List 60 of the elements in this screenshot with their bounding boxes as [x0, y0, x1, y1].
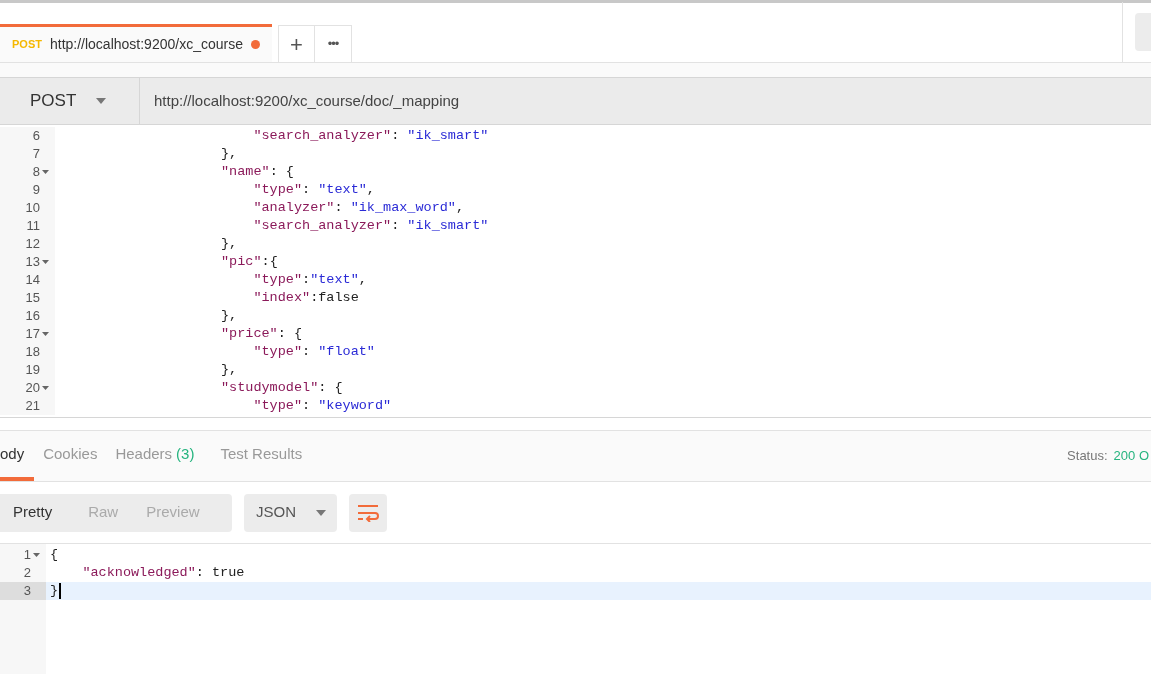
- code-line: },: [221, 235, 238, 253]
- code-line: "search_analyzer": "ik_smart": [253, 217, 489, 235]
- code-line: "analyzer": "ik_max_word",: [253, 199, 465, 217]
- code-line: "name": {: [221, 163, 294, 181]
- line-number: 18: [25, 343, 40, 362]
- code-line: "studymodel": {: [221, 379, 343, 397]
- line-number: 12: [25, 235, 40, 254]
- code-line: },: [221, 145, 238, 163]
- code-line: {: [50, 546, 59, 564]
- code-line: },: [221, 361, 238, 379]
- code-line: "type": "float": [253, 343, 375, 361]
- method-dropdown[interactable]: POST: [0, 78, 140, 124]
- line-number: 8: [32, 163, 40, 182]
- line-number: 16: [25, 307, 40, 326]
- format-dropdown[interactable]: JSON: [244, 493, 337, 532]
- line-number: 2: [23, 564, 31, 583]
- status-value: 200 O: [1113, 447, 1149, 466]
- view-mode-tab[interactable]: Pretty: [0, 501, 75, 524]
- fold-arrow-icon[interactable]: [42, 170, 49, 174]
- url-field[interactable]: http://localhost:9200/xc_course/doc/_mapping: [140, 89, 460, 113]
- fold-arrow-icon[interactable]: [42, 386, 49, 390]
- line-number: 9: [32, 181, 40, 200]
- code-line: "search_analyzer": "ik_smart": [253, 127, 489, 145]
- wrap-button[interactable]: [349, 493, 387, 532]
- code-line: "type":"text",: [253, 271, 367, 289]
- caret-icon: [316, 509, 326, 516]
- code-line: "index":false: [253, 289, 359, 307]
- code-line: "acknowledged": true: [82, 564, 245, 582]
- line-number: 19: [25, 361, 40, 380]
- fold-arrow-icon[interactable]: [33, 553, 40, 557]
- more-button[interactable]: •••: [314, 25, 352, 62]
- line-number: 15: [25, 289, 40, 308]
- wrap-lines-icon: [357, 503, 379, 522]
- code-line: "type": "text",: [253, 181, 375, 199]
- text-cursor: [59, 583, 62, 599]
- code-line: },: [221, 307, 238, 325]
- line-number: 1: [23, 546, 31, 565]
- line-number: 3: [23, 582, 31, 601]
- code-line: }: [50, 582, 59, 600]
- fold-arrow-icon[interactable]: [42, 332, 49, 336]
- line-number: 10: [25, 199, 40, 218]
- response-tab[interactable]: ody: [0, 431, 35, 481]
- code-line: "pic":{: [221, 253, 278, 271]
- line-number: 13: [25, 253, 40, 272]
- tab-title: http://localhost:9200/xc_course: [49, 35, 243, 54]
- caret-icon: [96, 98, 107, 104]
- new-tab-button[interactable]: +: [277, 25, 315, 62]
- code-line: "type": "keyword": [253, 397, 392, 415]
- line-number: 20: [25, 379, 40, 398]
- line-number: 6: [32, 127, 40, 146]
- line-number: 7: [32, 145, 40, 164]
- line-number: 14: [25, 271, 40, 290]
- fold-arrow-icon[interactable]: [42, 260, 49, 264]
- request-tab[interactable]: POST http://localhost:9200/xc_course: [0, 24, 272, 62]
- status-label: Status:: [1067, 447, 1108, 466]
- line-number: 11: [26, 217, 40, 236]
- code-line: "price": {: [221, 325, 303, 343]
- line-number: 21: [25, 397, 40, 416]
- method-label: POST: [12, 37, 42, 53]
- line-number: 17: [25, 325, 40, 344]
